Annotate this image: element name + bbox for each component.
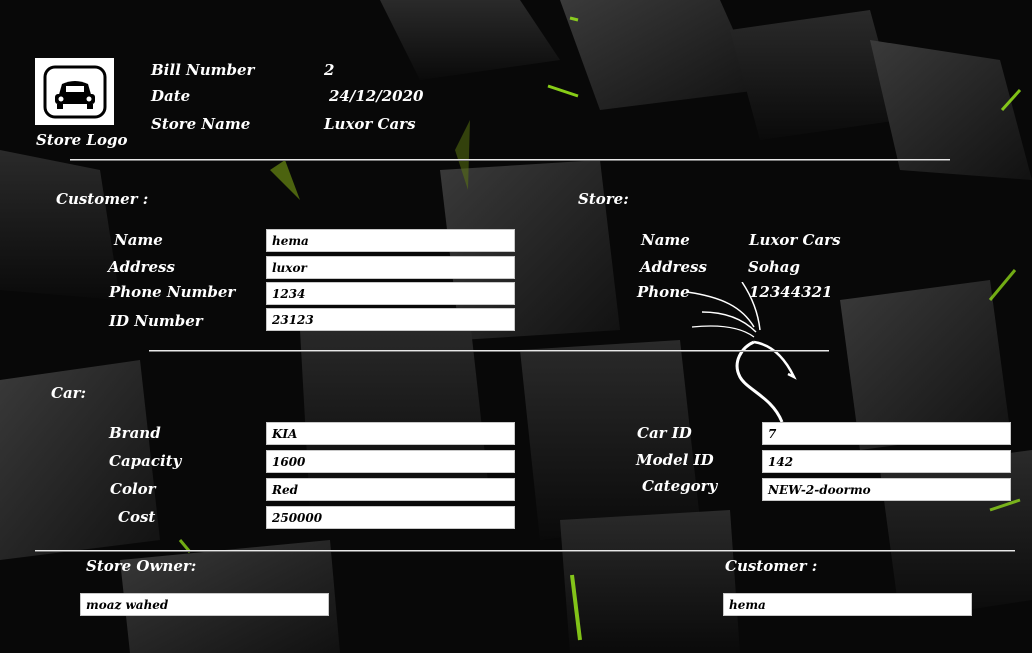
- store-name-value-2: Luxor Cars: [749, 231, 841, 249]
- divider-middle: [149, 350, 829, 352]
- store-name-value: Luxor Cars: [324, 115, 416, 133]
- car-cost-field[interactable]: 250000: [266, 506, 515, 529]
- category-field[interactable]: NEW-2-doormo: [762, 478, 1011, 501]
- car-color-field[interactable]: Red: [266, 478, 515, 501]
- signature-customer-field[interactable]: hema: [723, 593, 972, 616]
- customer-section-title: Customer :: [56, 190, 149, 208]
- customer-address-field[interactable]: luxor: [266, 256, 515, 279]
- car-id-label: Car ID: [637, 424, 692, 442]
- car-section-title: Car:: [51, 384, 87, 402]
- store-address-value: Sohag: [748, 258, 800, 276]
- signature-customer-label: Customer :: [725, 557, 818, 575]
- bill-number-value: 2: [324, 61, 335, 79]
- customer-address-label: Address: [108, 258, 175, 276]
- car-icon: [43, 65, 106, 118]
- date-value: 24/12/2020: [329, 87, 424, 105]
- store-phone-label: Phone: [637, 283, 690, 301]
- store-owner-field[interactable]: moaz wahed: [80, 593, 329, 616]
- category-label: Category: [642, 477, 718, 495]
- divider-footer: [35, 550, 1015, 552]
- car-id-field[interactable]: 7: [762, 422, 1011, 445]
- model-id-label: Model ID: [636, 451, 714, 469]
- dragon-icon: [686, 282, 797, 422]
- model-id-field[interactable]: 142: [762, 450, 1011, 473]
- logo-caption: Store Logo: [36, 131, 128, 149]
- car-capacity-field[interactable]: 1600: [266, 450, 515, 473]
- customer-id-label: ID Number: [109, 312, 203, 330]
- car-brand-field[interactable]: KIA: [266, 422, 515, 445]
- car-capacity-label: Capacity: [109, 452, 182, 470]
- customer-name-label: Name: [114, 231, 163, 249]
- customer-phone-label: Phone Number: [109, 283, 236, 301]
- store-section-title: Store:: [578, 190, 629, 208]
- car-color-label: Color: [110, 480, 156, 498]
- bill-number-label: Bill Number: [151, 61, 255, 79]
- divider-header: [70, 159, 950, 161]
- customer-name-field[interactable]: hema: [266, 229, 515, 252]
- store-logo: [35, 58, 114, 125]
- car-brand-label: Brand: [109, 424, 161, 442]
- customer-phone-field[interactable]: 1234: [266, 282, 515, 305]
- store-owner-label: Store Owner:: [86, 557, 197, 575]
- store-name-label-2: Name: [641, 231, 690, 249]
- store-phone-value: 12344321: [749, 283, 833, 301]
- date-label: Date: [151, 87, 191, 105]
- customer-id-field[interactable]: 23123: [266, 308, 515, 331]
- car-cost-label: Cost: [118, 508, 156, 526]
- store-name-label: Store Name: [151, 115, 251, 133]
- store-address-label: Address: [640, 258, 707, 276]
